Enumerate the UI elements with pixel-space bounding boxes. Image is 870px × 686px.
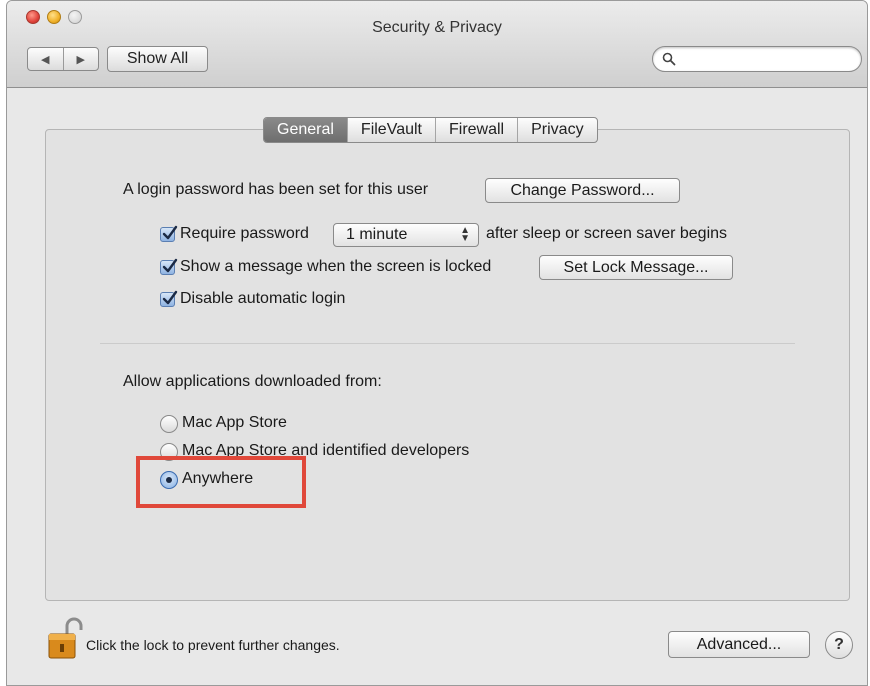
checkmark-icon	[162, 290, 178, 305]
tab-firewall[interactable]: Firewall	[434, 118, 517, 142]
search-field[interactable]	[652, 46, 862, 72]
checkmark-icon	[162, 258, 178, 273]
disable-auto-login-label: Disable automatic login	[180, 290, 346, 307]
require-password-delay-value: 1 minute	[346, 226, 408, 243]
show-message-label: Show a message when the screen is locked	[180, 258, 492, 275]
require-password-suffix: after sleep or screen saver begins	[486, 225, 728, 242]
forward-button[interactable]: ▶	[64, 48, 99, 70]
window-title: Security & Privacy	[372, 19, 502, 36]
tab-bar: General FileVault Firewall Privacy	[263, 117, 598, 143]
back-forward-control: ◀ ▶	[27, 47, 99, 71]
require-password-checkbox[interactable]	[160, 225, 178, 242]
require-password-delay-popup[interactable]: 1 minute ▲ ▼	[333, 223, 479, 247]
show-message-checkbox[interactable]	[160, 258, 178, 275]
unlocked-padlock-icon[interactable]	[47, 617, 83, 661]
login-password-text: A login password has been set for this u…	[123, 181, 429, 198]
general-tab-panel	[45, 129, 850, 601]
radio-mac-app-store[interactable]	[160, 415, 178, 433]
tab-general[interactable]: General	[264, 118, 347, 142]
tab-filevault[interactable]: FileVault	[346, 118, 435, 142]
checkmark-icon	[162, 225, 178, 240]
show-all-button[interactable]: Show All	[107, 46, 208, 72]
title-bar: Security & Privacy ◀ ▶ Show All	[7, 1, 867, 88]
disable-auto-login-checkbox[interactable]	[160, 290, 178, 307]
search-icon	[662, 52, 676, 66]
radio-mac-app-store-label: Mac App Store	[182, 414, 287, 431]
search-input[interactable]	[681, 49, 855, 71]
require-password-label: Require password	[180, 225, 309, 242]
set-lock-message-button[interactable]: Set Lock Message...	[539, 255, 733, 280]
lock-status-text: Click the lock to prevent further change…	[86, 637, 340, 653]
section-divider	[100, 343, 795, 344]
advanced-button[interactable]: Advanced...	[668, 631, 810, 658]
anywhere-highlight-box	[136, 456, 306, 508]
security-privacy-window: Security & Privacy ◀ ▶ Show All General …	[6, 0, 868, 686]
help-button[interactable]: ?	[825, 631, 853, 659]
allow-apps-heading: Allow applications downloaded from:	[123, 373, 382, 390]
back-button[interactable]: ◀	[28, 48, 64, 70]
popup-arrows-icon: ▲ ▼	[460, 225, 470, 244]
tab-privacy[interactable]: Privacy	[517, 118, 596, 142]
change-password-button[interactable]: Change Password...	[485, 178, 680, 203]
